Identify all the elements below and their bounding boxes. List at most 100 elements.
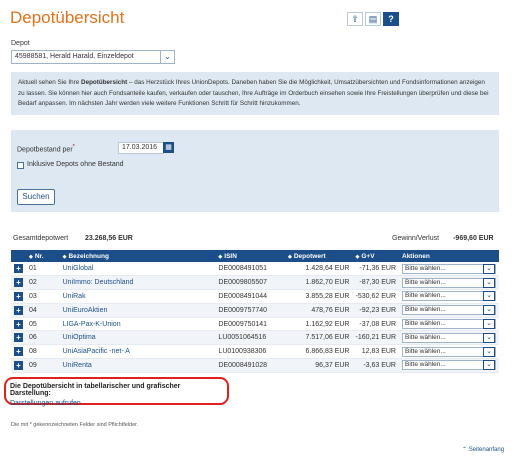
fund-link[interactable]: UniEuroAktien — [59, 303, 216, 318]
table-row: +02 UniImmo: Deutschland DE0009805507 1.862… — [11, 275, 499, 291]
depot-label: Depot — [11, 40, 30, 47]
date-label: Depotbestand per* — [17, 144, 75, 154]
fund-link[interactable]: UniRenta — [59, 358, 216, 373]
search-button[interactable]: Suchen — [17, 189, 55, 205]
depot-select-value: 45988581, Herald Harald, Einzeldepot — [15, 53, 134, 60]
table-row: +01 UniGlobal DE0008491051 1.428,64 EUR -71,… — [11, 262, 499, 277]
chevron-down-icon[interactable]: ⌄ — [483, 277, 495, 288]
row-nr: 02 — [26, 275, 60, 291]
page-title: Depotübersicht — [10, 8, 125, 27]
expand-cell[interactable]: + — [11, 303, 26, 318]
include-empty-checkbox[interactable] — [17, 162, 24, 169]
export-icon[interactable]: ⇪ — [347, 12, 363, 26]
row-nr: 09 — [26, 358, 60, 373]
table-row: +05 LIGA-Pax-K-Union DE0009750141 1.162,92 … — [11, 317, 499, 332]
expand-cell[interactable]: + — [11, 262, 26, 277]
row-nr: 05 — [26, 317, 60, 332]
row-gv: -160,21 EUR — [352, 330, 399, 346]
expand-column — [11, 250, 26, 262]
action-select[interactable]: Bitte wählen... ⌄ — [402, 291, 496, 302]
plus-icon[interactable]: + — [14, 264, 23, 274]
total-label: Gesamtdepotwert — [13, 235, 69, 242]
action-select[interactable]: Bitte wählen... ⌄ — [402, 346, 496, 357]
expand-cell[interactable]: + — [11, 289, 26, 304]
chevron-down-icon[interactable]: ⌄ — [483, 360, 495, 371]
calendar-icon[interactable]: ▦ — [163, 142, 174, 153]
row-gv: -71,36 EUR — [352, 262, 399, 277]
table-row: +09 UniRenta DE0008491028 96,37 EUR -3,63 EU… — [11, 358, 499, 373]
chevron-down-icon[interactable]: ⌄ — [160, 51, 174, 63]
help-icon[interactable]: ? — [383, 12, 399, 26]
plus-icon[interactable]: + — [14, 360, 23, 370]
row-value: 1.428,64 EUR — [285, 262, 353, 277]
action-select[interactable]: Bitte wählen... ⌄ — [402, 277, 496, 288]
plus-icon[interactable]: + — [14, 278, 23, 288]
action-cell: Bitte wählen... ⌄ — [399, 303, 499, 318]
row-value: 3.855,28 EUR — [285, 289, 353, 304]
chevron-down-icon[interactable]: ⌄ — [483, 305, 495, 316]
date-input[interactable]: 17.03.2016 — [118, 142, 164, 154]
fund-link[interactable]: UniRak — [59, 289, 216, 304]
row-gv: -3,63 EUR — [352, 358, 399, 373]
footnote: Die mit * gekennzeichneten Felder sind P… — [11, 422, 139, 428]
back-to-top-link[interactable]: ⌃ Seitenanfang — [462, 446, 504, 453]
col-isin[interactable]: ◆ ISIN — [215, 250, 285, 262]
row-gv: -530,62 EUR — [352, 289, 399, 304]
chevron-down-icon[interactable]: ⌄ — [483, 291, 495, 302]
expand-cell[interactable]: + — [11, 344, 26, 360]
total-value: 23.268,56 EUR — [85, 235, 133, 242]
filter-panel: Depotbestand per* 17.03.2016 ▦ Inklusive… — [11, 130, 499, 212]
table-row: +08 UniAsiaPacific -net- A LU0100938306 6.8… — [11, 344, 499, 360]
action-select[interactable]: Bitte wählen... ⌄ — [402, 263, 496, 274]
callout-title: Die Depotübersicht in tabellarischer und… — [10, 383, 181, 397]
action-cell: Bitte wählen... ⌄ — [399, 330, 499, 346]
fund-link[interactable]: UniAsiaPacific -net- A — [59, 344, 216, 360]
col-name[interactable]: ◆ Bezeichnung — [59, 250, 216, 262]
chevron-down-icon[interactable]: ⌄ — [483, 332, 495, 343]
row-isin: DE0008491051 — [215, 262, 285, 277]
row-value: 1.162,92 EUR — [285, 317, 353, 332]
action-select[interactable]: Bitte wählen... ⌄ — [402, 305, 496, 316]
table-row: +04 UniEuroAktien DE0009757740 478,76 EUR -9… — [11, 303, 499, 318]
col-value[interactable]: ◆ Depotwert — [285, 250, 353, 262]
action-select[interactable]: Bitte wählen... ⌄ — [402, 319, 496, 330]
plus-icon[interactable]: + — [14, 333, 23, 343]
plus-icon[interactable]: + — [14, 291, 23, 301]
fund-link[interactable]: LIGA-Pax-K-Union — [59, 317, 216, 332]
action-cell: Bitte wählen... ⌄ — [399, 358, 499, 373]
fund-link[interactable]: UniOptima — [59, 330, 216, 346]
expand-cell[interactable]: + — [11, 358, 26, 373]
row-gv: 12,83 EUR — [352, 344, 399, 360]
row-value: 6.866,83 EUR — [285, 344, 353, 360]
chevron-down-icon[interactable]: ⌄ — [483, 346, 495, 357]
print-icon[interactable]: ▤ — [365, 12, 381, 26]
action-select[interactable]: Bitte wählen... ⌄ — [402, 332, 496, 343]
depot-select[interactable]: 45988581, Herald Harald, Einzeldepot ⌄ — [11, 50, 175, 64]
col-nr[interactable]: ◆ Nr. — [26, 250, 60, 262]
expand-cell[interactable]: + — [11, 275, 26, 291]
info-strong: Depotübersicht — [81, 79, 128, 86]
chevron-up-icon: ⌃ — [462, 447, 469, 453]
row-value: 7.517,06 EUR — [285, 330, 353, 346]
chevron-down-icon[interactable]: ⌄ — [483, 263, 495, 274]
toolbar: ⇪ ▤ ? — [347, 12, 401, 26]
expand-cell[interactable]: + — [11, 317, 26, 332]
row-gv: -87,30 EUR — [352, 275, 399, 291]
plus-icon[interactable]: + — [14, 319, 23, 329]
display-link[interactable]: Darstellungen aufrufen — [10, 400, 223, 407]
plus-icon[interactable]: + — [14, 347, 23, 357]
row-isin: DE0009750141 — [215, 317, 285, 332]
row-nr: 08 — [26, 344, 60, 360]
row-isin: LU0051064516 — [215, 330, 285, 346]
fund-link[interactable]: UniImmo: Deutschland — [59, 275, 216, 291]
plus-icon[interactable]: + — [14, 305, 23, 315]
table-row: +03 UniRak DE0008491044 3.855,28 EUR -530,62… — [11, 289, 499, 304]
action-select[interactable]: Bitte wählen... ⌄ — [402, 360, 496, 371]
include-empty-label: Inklusive Depots ohne Bestand — [27, 161, 124, 168]
col-gv[interactable]: ◆ G+V — [352, 250, 399, 262]
row-value: 1.862,70 EUR — [285, 275, 353, 291]
fund-link[interactable]: UniGlobal — [59, 262, 216, 277]
chevron-down-icon[interactable]: ⌄ — [483, 319, 495, 330]
expand-cell[interactable]: + — [11, 330, 26, 346]
row-gv: -92,23 EUR — [352, 303, 399, 318]
